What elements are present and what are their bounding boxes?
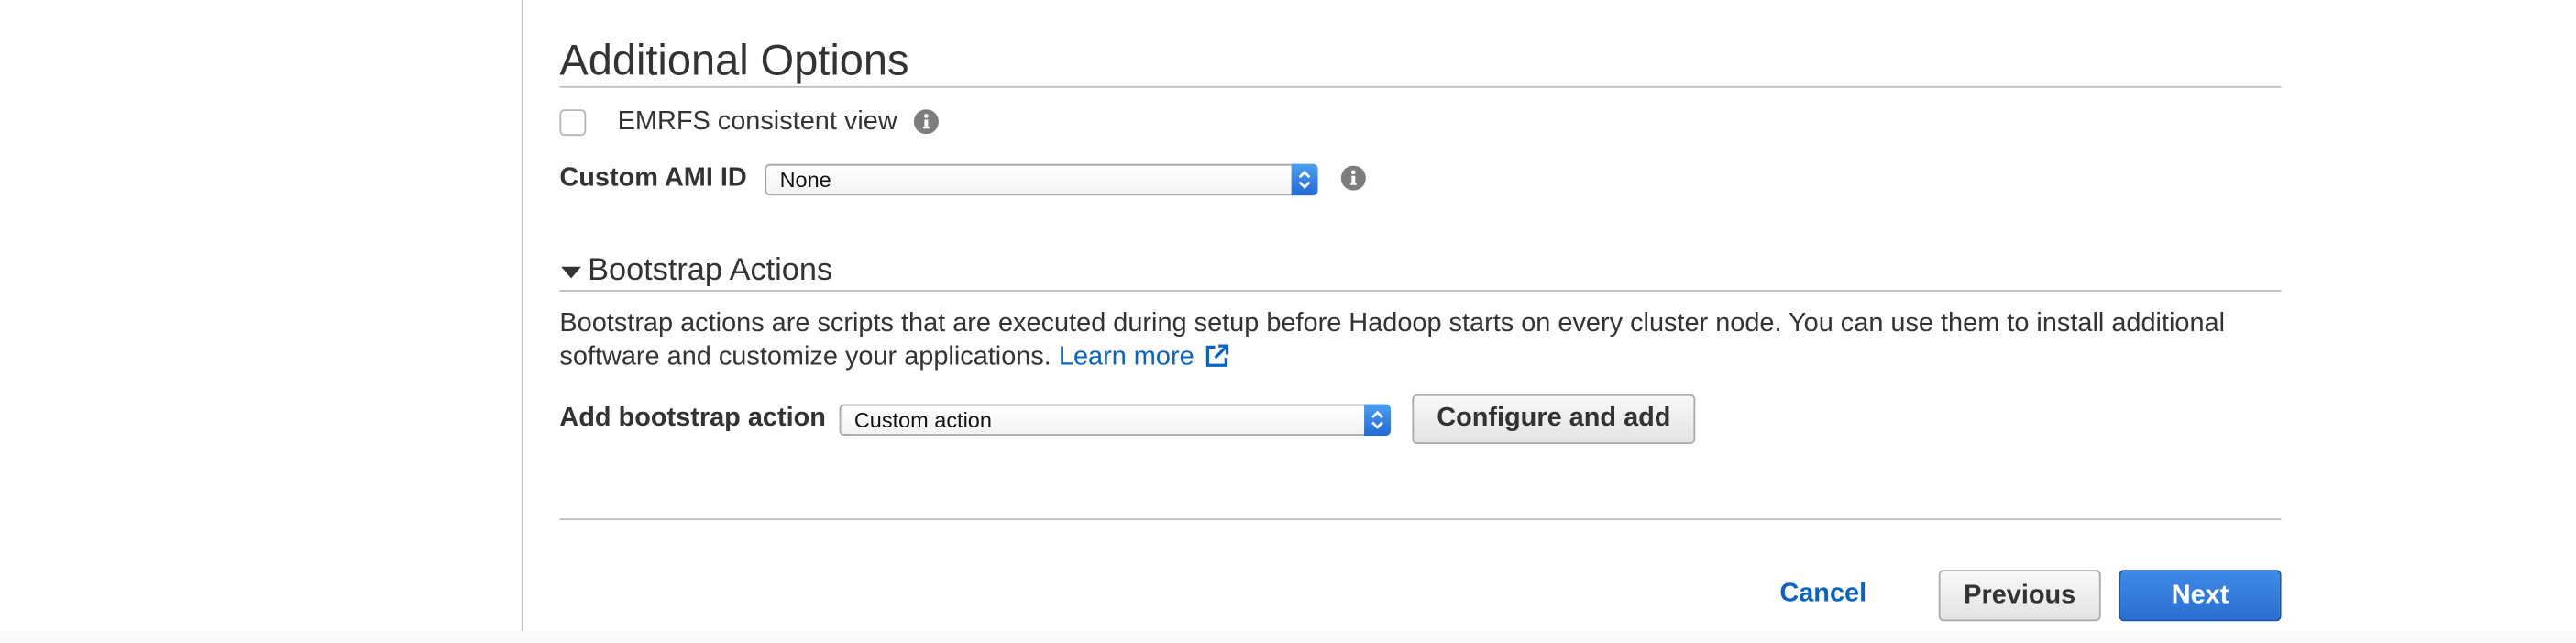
wizard-page: Additional Options EMRFS consistent view…	[0, 0, 2576, 643]
left-column	[0, 0, 523, 632]
learn-more-link[interactable]: Learn more	[1059, 343, 1231, 371]
title-divider	[559, 85, 2282, 88]
section-title-additional-options: Additional Options	[559, 34, 909, 85]
bottom-strip	[0, 631, 2576, 643]
bootstrap-actions-title: Bootstrap Actions	[588, 253, 833, 289]
external-link-icon	[1206, 344, 1229, 367]
emrfs-checkbox[interactable]	[559, 109, 587, 137]
bootstrap-description: Bootstrap actions are scripts that are e…	[559, 308, 2281, 374]
bootstrap-description-text: Bootstrap actions are scripts that are e…	[559, 309, 2226, 371]
bootstrap-divider	[559, 290, 2282, 292]
add-bootstrap-label: Add bootstrap action	[559, 404, 826, 433]
custom-ami-label: Custom AMI ID	[559, 163, 747, 193]
cancel-button[interactable]: Cancel	[1779, 578, 1866, 611]
custom-ami-value: None	[779, 167, 831, 193]
select-arrows-icon	[1291, 163, 1318, 196]
custom-ami-select[interactable]: None	[765, 163, 1318, 196]
select-arrows-icon	[1364, 404, 1391, 436]
next-button[interactable]: Next	[2119, 570, 2282, 622]
info-icon[interactable]	[913, 109, 939, 135]
emrfs-label: EMRFS consistent view	[617, 107, 897, 137]
configure-and-add-button[interactable]: Configure and add	[1412, 394, 1696, 444]
caret-down-icon	[561, 266, 581, 279]
bootstrap-action-select[interactable]: Custom action	[839, 404, 1391, 436]
bootstrap-action-value: Custom action	[853, 407, 992, 433]
footer-divider	[559, 518, 2282, 521]
info-icon[interactable]	[1340, 165, 1366, 191]
previous-button[interactable]: Previous	[1938, 570, 2101, 622]
